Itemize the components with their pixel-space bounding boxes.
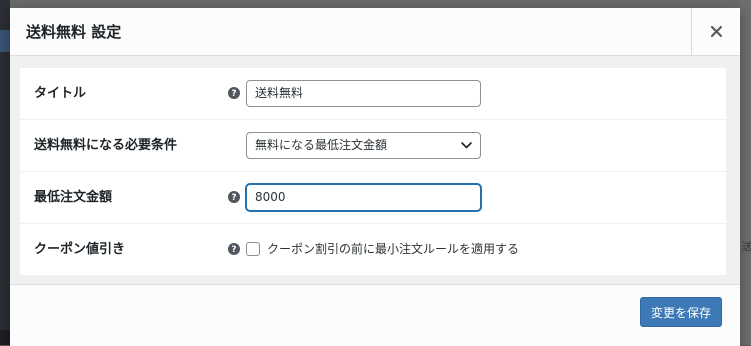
coupon-checkbox-label[interactable]: クーポン割引の前に最小注文ルールを適用する: [267, 224, 519, 275]
title-input[interactable]: 送料無料: [246, 80, 481, 107]
modal-title: 送料無料 設定: [26, 23, 122, 41]
svg-text:?: ?: [231, 89, 236, 99]
save-button[interactable]: 変更を保存: [640, 297, 722, 327]
shipping-settings-modal: 送料無料 設定 タイトル ? 送料無料 送料無料になる必要条件 無料になる最低注…: [10, 8, 740, 346]
modal-footer: 変更を保存: [10, 284, 740, 346]
help-icon[interactable]: ?: [228, 87, 240, 99]
close-icon: [710, 26, 722, 37]
svg-text:?: ?: [231, 193, 236, 203]
modal-body: タイトル ? 送料無料 送料無料になる必要条件 無料になる最低注文金額 最低注文…: [10, 56, 740, 284]
min-amount-input[interactable]: 8000: [246, 184, 481, 211]
requirement-selected-value: 無料になる最低注文金額: [255, 138, 388, 152]
settings-form: タイトル ? 送料無料 送料無料になる必要条件 無料になる最低注文金額 最低注文…: [20, 68, 726, 275]
background-edge-text: 送: [742, 242, 751, 253]
chevron-down-icon: [461, 142, 472, 149]
background-page-edge: [740, 0, 751, 345]
help-icon[interactable]: ?: [228, 243, 240, 255]
close-button[interactable]: [691, 8, 740, 55]
min-amount-label: 最低注文金額: [34, 190, 113, 205]
svg-text:?: ?: [231, 245, 236, 255]
coupon-checkbox[interactable]: [246, 242, 260, 256]
requirement-select[interactable]: 無料になる最低注文金額: [246, 132, 481, 159]
requirement-label: 送料無料になる必要条件: [34, 138, 178, 153]
background-sidebar-highlight: [0, 30, 10, 52]
form-row-coupon: クーポン値引き ? クーポン割引の前に最小注文ルールを適用する: [20, 224, 726, 275]
form-row-requirement: 送料無料になる必要条件 無料になる最低注文金額: [20, 120, 726, 172]
coupon-label: クーポン値引き: [34, 242, 126, 257]
help-icon[interactable]: ?: [228, 191, 240, 203]
modal-header: 送料無料 設定: [10, 8, 740, 56]
form-row-title: タイトル ? 送料無料: [20, 68, 726, 120]
title-label: タイトル: [34, 86, 87, 101]
form-row-min-amount: 最低注文金額 ? 8000: [20, 172, 726, 224]
